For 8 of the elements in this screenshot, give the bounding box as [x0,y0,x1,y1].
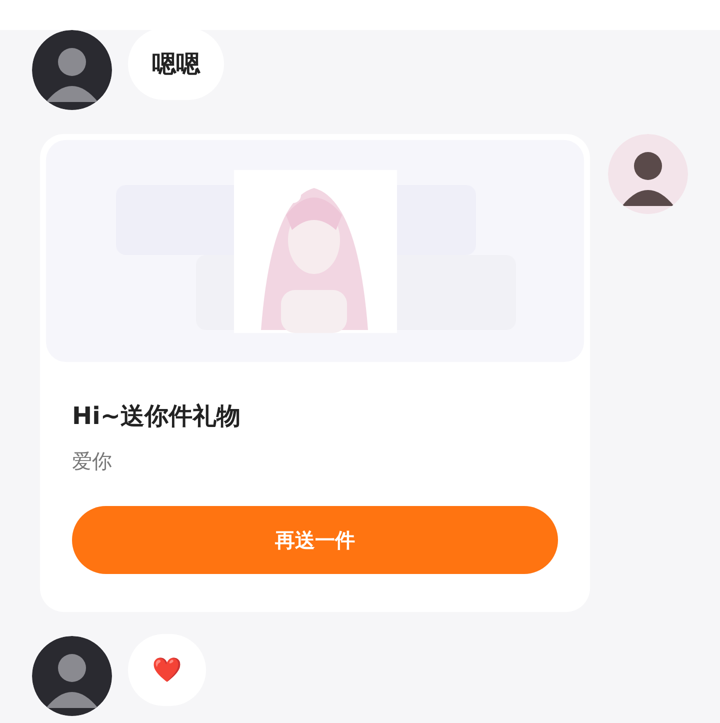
gift-title: Hi~送你件礼物 [71,401,242,432]
message-bubble: 嗯嗯 [128,30,224,100]
send-again-button[interactable]: 再送一件 [72,506,558,574]
message-bubble: ❤ [128,634,206,706]
gift-message: 爱你 [71,448,113,475]
avatar[interactable] [32,636,112,716]
avatar[interactable] [608,134,688,214]
avatar[interactable] [32,30,112,110]
